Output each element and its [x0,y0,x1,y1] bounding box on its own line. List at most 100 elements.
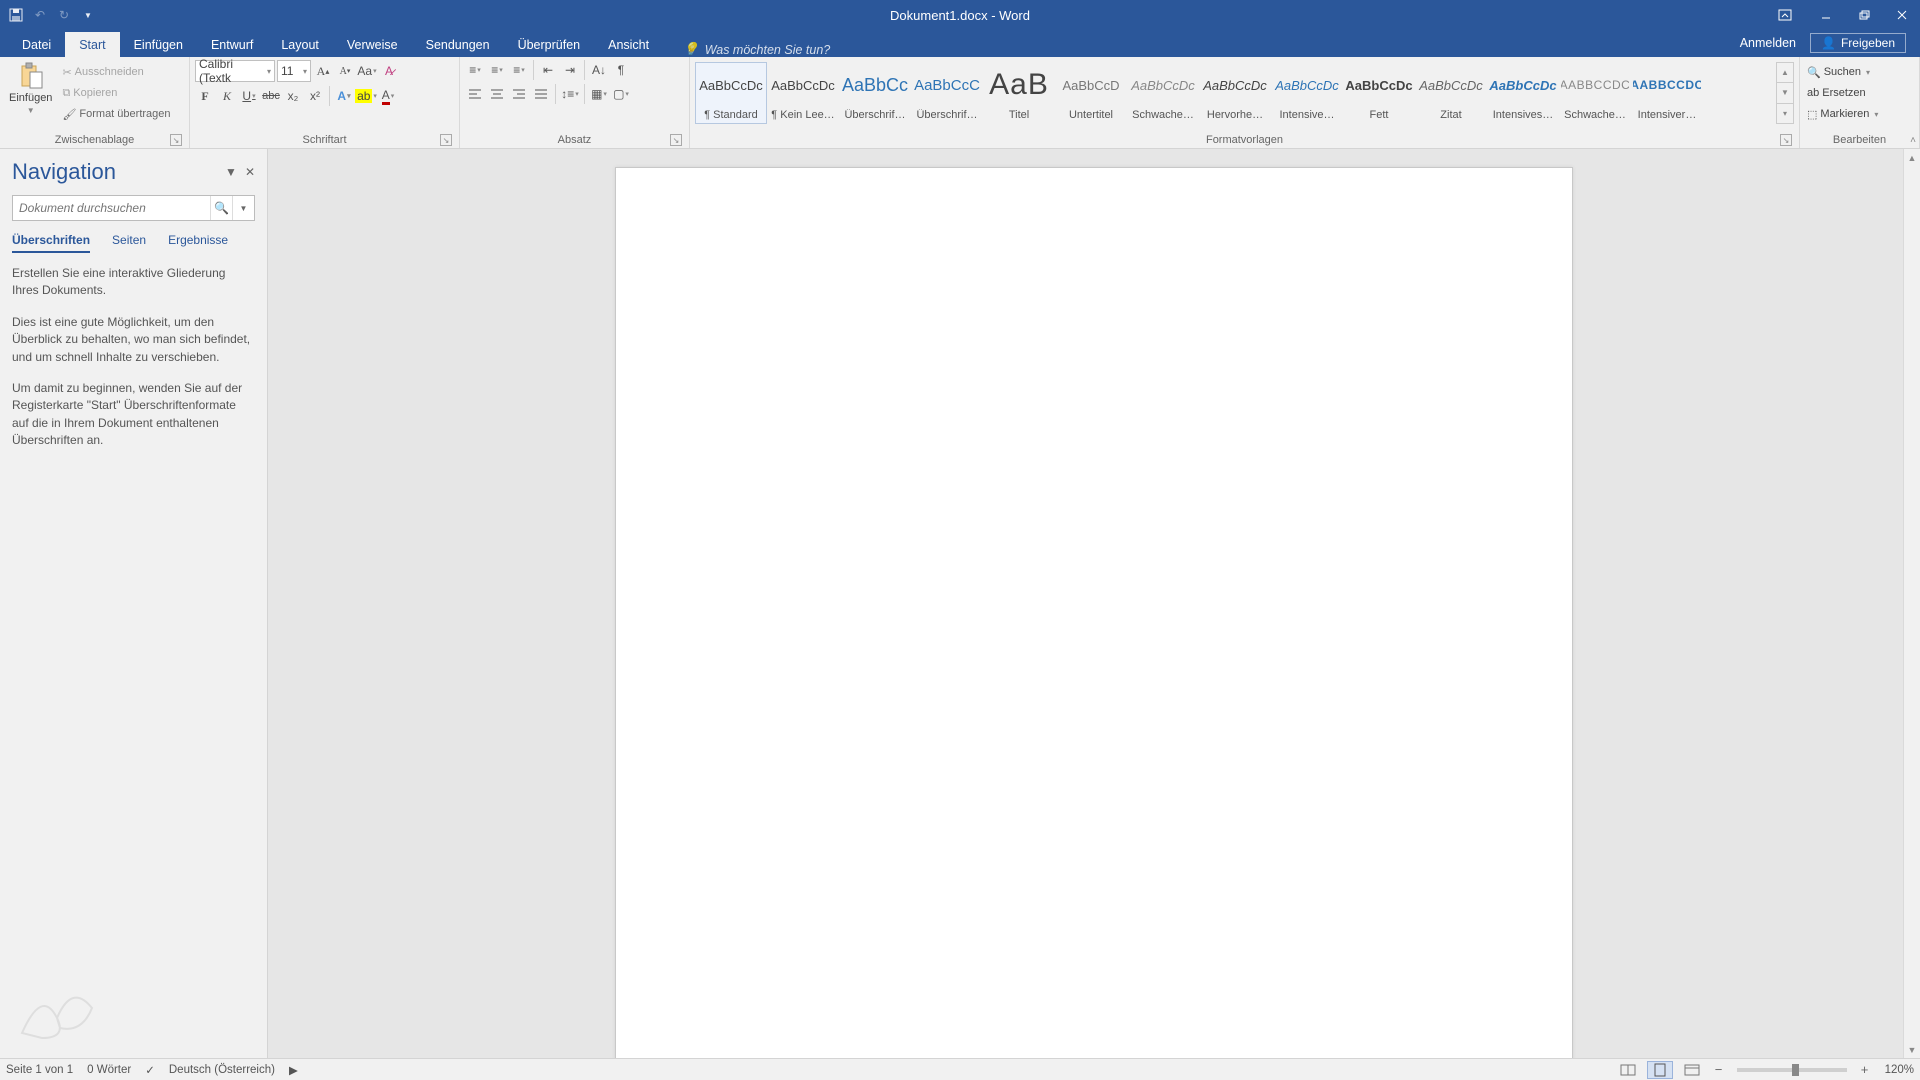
ribbon-display-options-icon[interactable] [1770,2,1800,28]
zoom-out-button[interactable]: − [1711,1062,1727,1077]
subscript-button[interactable]: x₂ [283,86,303,106]
save-icon[interactable] [8,7,24,23]
find-button[interactable]: 🔍Suchen▾ [1805,62,1880,82]
sign-in-link[interactable]: Anmelden [1740,36,1796,50]
style-item[interactable]: AaBbCcDcSchwache… [1127,62,1199,124]
status-macro-icon[interactable]: ▶ [289,1063,298,1077]
line-spacing-button[interactable]: ↕≡▾ [560,84,580,104]
minimize-button[interactable] [1808,2,1844,28]
style-item[interactable]: AaBTitel [983,62,1055,124]
style-item[interactable]: AaBbCcDcZitat [1415,62,1487,124]
view-web-layout[interactable] [1679,1061,1705,1079]
status-words[interactable]: 0 Wörter [87,1064,131,1076]
zoom-thumb[interactable] [1792,1064,1799,1076]
style-item[interactable]: AaBbCcDcIntensive… [1271,62,1343,124]
align-center-button[interactable] [487,84,507,104]
superscript-button[interactable]: x² [305,86,325,106]
sort-button[interactable]: A↓ [589,60,609,80]
change-case-button[interactable]: Aa▾ [357,61,377,81]
zoom-slider[interactable] [1737,1068,1847,1072]
qat-dropdown-icon[interactable]: ▼ [80,7,96,23]
scroll-down-icon[interactable]: ▼ [1904,1041,1920,1058]
tab-design[interactable]: Entwurf [197,32,267,57]
vertical-scrollbar[interactable]: ▲ ▼ [1903,149,1920,1058]
underline-button[interactable]: U▾ [239,86,259,106]
font-size-combo[interactable]: 11▾ [277,60,311,82]
style-item[interactable]: AaBbCcDcFett [1343,62,1415,124]
document-page[interactable] [615,167,1573,1058]
font-name-combo[interactable]: Calibri (Textk▾ [195,60,275,82]
style-item[interactable]: AABBCCDCSchwache… [1559,62,1631,124]
select-button[interactable]: ⬚Markieren▾ [1805,104,1880,124]
nav-close-icon[interactable]: ✕ [245,165,255,179]
scroll-up-icon[interactable]: ▲ [1904,149,1920,166]
show-marks-button[interactable]: ¶ [611,60,631,80]
more-styles-icon[interactable]: ▾ [1777,104,1793,123]
style-item[interactable]: AaBbCcDUntertitel [1055,62,1127,124]
chevron-down-icon[interactable]: ▼ [1777,83,1793,103]
zoom-in-button[interactable]: + [1857,1062,1873,1077]
style-item[interactable]: AaBbCcÜberschrif… [839,62,911,124]
nav-tab-pages[interactable]: Seiten [112,233,146,253]
style-item[interactable]: AaBbCcDc¶ Kein Lee… [767,62,839,124]
strikethrough-button[interactable]: abc [261,86,281,106]
style-item[interactable]: AaBbCcDcHervorhe… [1199,62,1271,124]
font-color-button[interactable]: A▾ [378,86,398,106]
clear-formatting-button[interactable]: A̷ [379,61,399,81]
tab-references[interactable]: Verweise [333,32,412,57]
bold-button[interactable]: F [195,86,215,106]
paragraph-dialog-launcher[interactable]: ↘ [670,134,682,146]
numbering-button[interactable]: ≡▾ [487,60,507,80]
increase-indent-button[interactable]: ⇥ [560,60,580,80]
style-item[interactable]: AaBbCcDc¶ Standard [695,62,767,124]
nav-search[interactable]: 🔍 ▼ [12,195,255,221]
view-print-layout[interactable] [1647,1061,1673,1079]
justify-button[interactable] [531,84,551,104]
align-left-button[interactable] [465,84,485,104]
redo-icon[interactable]: ↻ [56,7,72,23]
multilevel-list-button[interactable]: ≡▾ [509,60,529,80]
share-button[interactable]: 👤 Freigeben [1810,33,1906,53]
status-language[interactable]: Deutsch (Österreich) [169,1064,275,1076]
tab-home[interactable]: Start [65,32,119,57]
status-page[interactable]: Seite 1 von 1 [6,1064,73,1076]
clipboard-dialog-launcher[interactable]: ↘ [170,134,182,146]
format-painter-button[interactable]: 🖌Format übertragen [60,104,172,124]
align-right-button[interactable] [509,84,529,104]
nav-search-go-icon[interactable]: 🔍 [210,196,232,220]
chevron-up-icon[interactable]: ▲ [1777,63,1793,83]
tab-file[interactable]: Datei [8,32,65,57]
tab-mailings[interactable]: Sendungen [412,32,504,57]
nav-tab-headings[interactable]: Überschriften [12,233,90,253]
styles-gallery-scroller[interactable]: ▲ ▼ ▾ [1776,62,1794,124]
italic-button[interactable]: K [217,86,237,106]
zoom-level[interactable]: 120% [1885,1064,1914,1076]
paste-button[interactable]: Einfügen ▼ [5,60,56,117]
restore-button[interactable] [1846,2,1882,28]
tell-me[interactable]: 💡 Was möchten Sie tun? [683,42,830,57]
tab-review[interactable]: Überprüfen [504,32,595,57]
tab-view[interactable]: Ansicht [594,32,663,57]
grow-font-button[interactable]: A▴ [313,61,333,81]
style-item[interactable]: AABBCCDCIntensiver… [1631,62,1703,124]
status-proofing-icon[interactable]: ✓ [145,1063,155,1077]
borders-button[interactable]: ▢▾ [611,84,631,104]
font-dialog-launcher[interactable]: ↘ [440,134,452,146]
shrink-font-button[interactable]: A▾ [335,61,355,81]
shading-button[interactable]: ▦▾ [589,84,609,104]
style-item[interactable]: AaBbCcCÜberschrif… [911,62,983,124]
nav-tab-results[interactable]: Ergebnisse [168,233,228,253]
nav-search-input[interactable] [13,198,210,218]
copy-button[interactable]: ⧉Kopieren [60,83,172,103]
highlight-button[interactable]: ab▾ [356,86,376,106]
tab-layout[interactable]: Layout [267,32,333,57]
scroll-track[interactable] [1904,166,1920,1041]
close-button[interactable] [1884,2,1920,28]
decrease-indent-button[interactable]: ⇤ [538,60,558,80]
view-read-mode[interactable] [1615,1061,1641,1079]
nav-dropdown-icon[interactable]: ▼ [225,165,237,179]
tab-insert[interactable]: Einfügen [120,32,197,57]
nav-search-dropdown-icon[interactable]: ▼ [232,196,254,220]
bullets-button[interactable]: ≡▾ [465,60,485,80]
text-effects-button[interactable]: A▾ [334,86,354,106]
